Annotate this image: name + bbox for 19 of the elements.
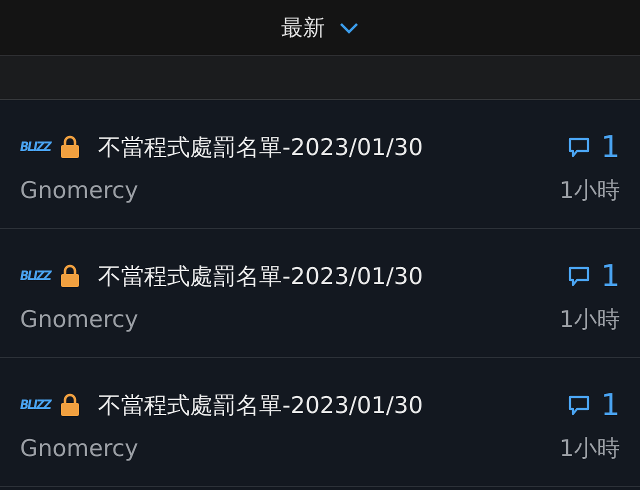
post-time: 1小時: [559, 306, 620, 335]
blizzard-logo-text: BLIZZ: [20, 268, 50, 284]
comment-icon: [566, 135, 591, 159]
post-time: 1小時: [559, 435, 620, 464]
comment-icon: [566, 264, 591, 288]
author-name: Gnomercy: [20, 435, 140, 464]
reply-count: 1: [600, 130, 620, 164]
reply-count: 1: [600, 258, 620, 294]
reply-count: 1: [600, 388, 620, 422]
sort-dropdown[interactable]: 最新: [281, 12, 359, 42]
blizzard-logo-text: BLIZZ: [20, 398, 50, 412]
thread-title[interactable]: 不當程式處罰名單-2023/01/30: [98, 390, 424, 420]
author-name: Gnomercy: [20, 177, 140, 206]
author-name: Gnomercy: [20, 306, 140, 335]
comment-icon: [566, 393, 591, 417]
post-time: 1小時: [559, 177, 620, 206]
thread-title[interactable]: 不當程式處罰名單-2023/01/30: [98, 260, 424, 292]
blizzard-logo-text: BLIZZ: [20, 140, 50, 154]
thread-title[interactable]: 不當程式處罰名單-2023/01/30: [98, 132, 424, 162]
